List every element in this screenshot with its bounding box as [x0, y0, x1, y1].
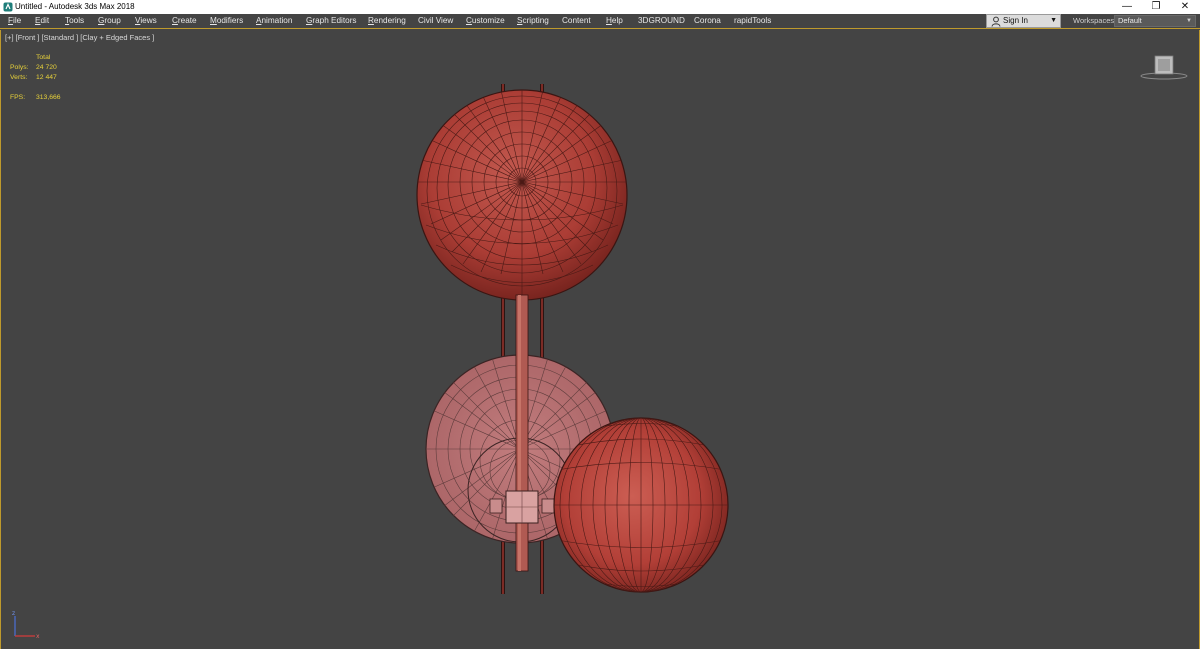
menu-3dground[interactable]: 3DGROUND [638, 14, 685, 28]
center-stem[interactable] [515, 294, 529, 572]
front-viewport[interactable]: [+] [Front ] [Standard ] [Clay + Edged F… [0, 30, 1200, 649]
menu-content[interactable]: Content [562, 14, 591, 28]
close-button[interactable]: ✕ [1172, 0, 1198, 14]
sign-in-label: Sign In [1003, 16, 1028, 25]
scene-geometry[interactable] [1, 30, 1199, 649]
svg-text:x: x [36, 633, 40, 640]
menu-tools[interactable]: Tools [65, 14, 84, 28]
svg-text:z: z [12, 610, 15, 617]
menu-modifiers[interactable]: Modifiers [210, 14, 243, 28]
menu-create[interactable]: Create [172, 14, 197, 28]
menu-graph-editors[interactable]: Graph Editors [306, 14, 357, 28]
menu-corona[interactable]: Corona [694, 14, 721, 28]
3dsmax-logo-icon [3, 2, 13, 12]
menu-customize[interactable]: Customize [466, 14, 505, 28]
menu-edit[interactable]: Edit [35, 14, 49, 28]
top-sphere[interactable] [416, 89, 628, 301]
menu-rapidtools[interactable]: rapidTools [734, 14, 771, 28]
small-sphere[interactable] [553, 417, 729, 593]
viewcube-icon[interactable] [1139, 52, 1189, 82]
workspaces-label: Workspaces: [1073, 16, 1117, 25]
window-title: Untitled - Autodesk 3ds Max 2018 [15, 2, 135, 11]
menu-animation[interactable]: Animation [256, 14, 292, 28]
menu-rendering[interactable]: Rendering [368, 14, 406, 28]
minimize-button[interactable]: — [1114, 0, 1140, 14]
menu-views[interactable]: Views [135, 14, 157, 28]
workspaces-value: Default [1118, 16, 1142, 25]
restore-button[interactable]: ❐ [1143, 0, 1169, 14]
title-bar: Untitled - Autodesk 3ds Max 2018 — ❐ ✕ [0, 0, 1200, 14]
workspaces-select[interactable]: Default ▼ [1114, 15, 1196, 27]
menu-file[interactable]: File [8, 14, 21, 28]
sign-in-dropdown[interactable]: Sign In ▼ [986, 14, 1061, 28]
menu-civil-view[interactable]: Civil View [418, 14, 453, 28]
chevron-down-icon: ▼ [1186, 18, 1192, 24]
user-icon [991, 16, 1001, 27]
menu-help[interactable]: Help [606, 14, 623, 28]
axis-tripod-icon: z x [12, 610, 40, 640]
menu-scripting[interactable]: Scripting [517, 14, 549, 28]
chevron-down-icon: ▼ [1050, 17, 1057, 24]
menu-group[interactable]: Group [98, 14, 121, 28]
